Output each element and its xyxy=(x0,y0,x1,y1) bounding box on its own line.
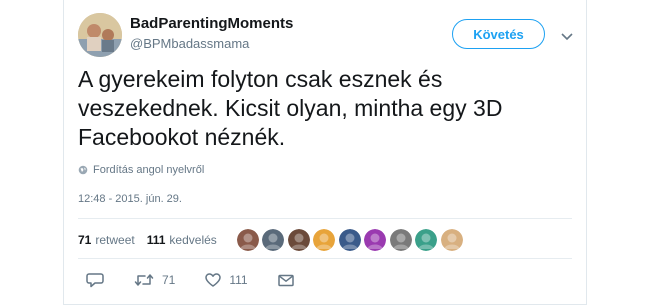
liker-avatar-icon xyxy=(389,229,412,251)
retweets-count[interactable]: 71 xyxy=(78,233,91,247)
follow-button[interactable]: Követés xyxy=(452,19,545,49)
liker-avatar-icon xyxy=(364,229,387,251)
retweet-button[interactable]: 71 xyxy=(134,273,175,287)
reply-button[interactable] xyxy=(86,272,104,288)
liker-avatar[interactable] xyxy=(236,229,259,251)
tweet-stats: 71 retweet 111 kedvelés xyxy=(78,225,466,255)
retweet-icon xyxy=(134,274,154,286)
liker-avatar-icon xyxy=(236,229,259,251)
tweet-text: A gyerekeim folyton csak esznek és vesze… xyxy=(78,65,568,152)
tweet-text-line: A gyerekeim folyton csak esznek és xyxy=(78,66,443,92)
liker-avatar[interactable] xyxy=(262,229,285,251)
tweet-text-line: Facebookot néznék. xyxy=(78,124,286,150)
tweet-timestamp[interactable]: 12:48 - 2015. jún. 29. xyxy=(78,193,182,205)
retweet-count: 71 xyxy=(162,273,176,287)
liker-avatar[interactable] xyxy=(389,229,412,251)
liker-avatar[interactable] xyxy=(287,229,310,251)
liker-avatar[interactable] xyxy=(313,229,336,251)
author-handle[interactable]: @BPMbadassmama xyxy=(130,36,249,51)
translation-note: Fordítás angol nyelvről xyxy=(93,164,205,176)
message-button[interactable] xyxy=(277,274,294,287)
liker-avatar-icon xyxy=(313,229,336,251)
translation-link[interactable]: Fordítás angol nyelvről xyxy=(78,164,204,176)
chevron-down-icon[interactable] xyxy=(561,28,573,46)
tweet-actions: 71 111 xyxy=(86,272,324,288)
divider xyxy=(78,218,572,219)
likers-list xyxy=(236,229,467,251)
liker-avatar[interactable] xyxy=(364,229,387,251)
liker-avatar-icon xyxy=(287,229,310,251)
envelope-icon xyxy=(277,274,294,286)
author-avatar[interactable] xyxy=(78,13,122,57)
liker-avatar-icon xyxy=(440,229,463,251)
reply-icon xyxy=(86,273,104,288)
like-count: 111 xyxy=(229,273,248,287)
tweet-card: BadParentingMoments @BPMbadassmama Követ… xyxy=(63,0,587,305)
likes-count[interactable]: 111 xyxy=(147,233,166,247)
liker-avatar-icon xyxy=(338,229,361,251)
author-display-name[interactable]: BadParentingMoments xyxy=(130,15,293,32)
tweet-text-line: veszekednek. Kicsit olyan, mintha egy 3D xyxy=(78,95,503,121)
like-button[interactable]: 111 xyxy=(205,273,248,287)
heart-icon xyxy=(205,273,222,287)
divider xyxy=(78,258,572,259)
avatar-image-icon xyxy=(78,13,122,57)
liker-avatar-icon xyxy=(262,229,285,251)
liker-avatar[interactable] xyxy=(415,229,438,251)
likes-label[interactable]: kedvelés xyxy=(169,233,216,247)
liker-avatar-icon xyxy=(415,229,438,251)
liker-avatar[interactable] xyxy=(338,229,361,251)
globe-icon xyxy=(78,165,88,175)
liker-avatar[interactable] xyxy=(440,229,463,251)
retweets-label[interactable]: retweet xyxy=(95,233,134,247)
